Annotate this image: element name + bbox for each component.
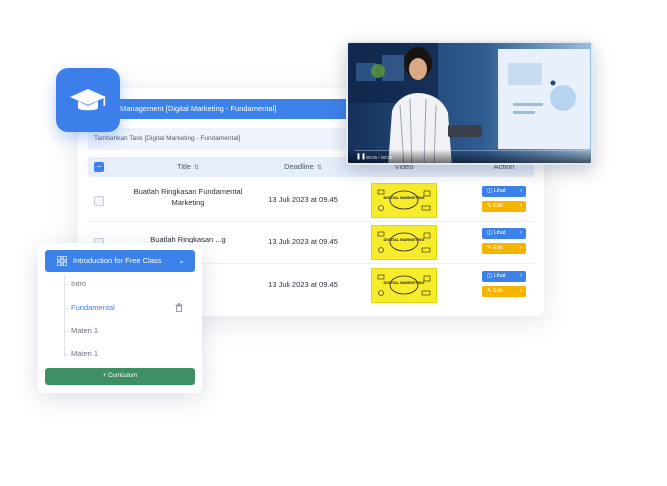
video-thumbnail[interactable]: DIGITAL MARKETING bbox=[371, 183, 437, 218]
curriculum-item-materi-1b[interactable]: Materi 1 bbox=[64, 347, 98, 361]
edit-button[interactable]: ✎ Edit › bbox=[482, 243, 526, 254]
edit-button[interactable]: ✎ Edit › bbox=[482, 286, 526, 297]
chevron-right-icon: › bbox=[520, 273, 522, 279]
task-deadline: 13 Juli 2023 at 09.45 bbox=[268, 280, 338, 289]
video-time: 00:00 / 00:35 bbox=[366, 155, 393, 160]
eye-icon: ◫ bbox=[487, 188, 494, 194]
add-task-title: Tambahkan Task [Digital Marketing - Fund… bbox=[94, 135, 241, 142]
video-controls: ❚❚ 00:00 / 00:35 bbox=[348, 149, 591, 163]
eye-icon: ◫ bbox=[487, 230, 494, 236]
video-thumbnail[interactable]: DIGITAL MARKETING bbox=[371, 268, 437, 303]
video-frame bbox=[348, 43, 591, 163]
add-task-bar: Tambahkan Task [Digital Marketing - Fund… bbox=[88, 128, 364, 150]
edit-button[interactable]: ✎ Edit › bbox=[482, 201, 526, 212]
chevron-right-icon: › bbox=[520, 188, 522, 194]
task-deadline: 13 Juli 2023 at 09.45 bbox=[268, 195, 338, 204]
video-player[interactable]: ❚❚ 00:00 / 00:35 bbox=[346, 41, 593, 165]
curriculum-item-fundamental[interactable]: Fundamental bbox=[64, 301, 115, 315]
curriculum-item-materi-1[interactable]: Materi 1 bbox=[64, 324, 98, 338]
view-button[interactable]: ◫ Lihat › bbox=[482, 228, 526, 239]
management-title: Management [Digital Marketing - Fundamen… bbox=[120, 104, 277, 113]
chevron-right-icon: › bbox=[520, 288, 522, 294]
pause-icon[interactable]: ❚❚ bbox=[356, 153, 366, 160]
view-button[interactable]: ◫ Lihat › bbox=[482, 271, 526, 282]
chevron-right-icon: › bbox=[520, 230, 522, 236]
chevron-right-icon: › bbox=[520, 245, 522, 251]
task-deadline: 13 Juli 2023 at 09.45 bbox=[268, 237, 338, 246]
thumbnail-text: DIGITAL MARKETING bbox=[384, 280, 425, 285]
chevron-right-icon: › bbox=[520, 203, 522, 209]
management-title-bar: Management [Digital Marketing - Fundamen… bbox=[114, 99, 364, 119]
trash-icon[interactable] bbox=[175, 303, 183, 312]
table-row: Buatlah Ringkasan Fundamental Marketing … bbox=[88, 180, 534, 222]
thumbnail-text: DIGITAL MARKETING bbox=[384, 237, 425, 242]
sort-icon: ⇅ bbox=[193, 165, 199, 171]
graduation-cap-icon bbox=[70, 89, 106, 111]
thumbnail-text: DIGITAL MARKETING bbox=[384, 195, 425, 200]
add-curriculum-button[interactable]: + Curriculum bbox=[45, 368, 195, 385]
task-title: Buatlah Ringkasan Fundamental Marketing bbox=[133, 187, 243, 207]
curriculum-section-title: Introduction for Free Class bbox=[73, 256, 162, 265]
eye-icon: ◫ bbox=[487, 273, 494, 279]
view-button[interactable]: ◫ Lihat › bbox=[482, 186, 526, 197]
curriculum-card: Introduction for Free Class ⌄ Intro Fund… bbox=[38, 243, 202, 393]
row-checkbox[interactable] bbox=[94, 196, 104, 206]
sort-icon: ⇅ bbox=[316, 165, 322, 171]
graduation-cap-icon-tile bbox=[56, 68, 120, 132]
curriculum-item-intro[interactable]: Intro bbox=[64, 277, 86, 291]
column-title[interactable]: Title ⇅ bbox=[118, 157, 258, 177]
select-all-checkbox[interactable]: − bbox=[94, 162, 104, 172]
video-thumbnail[interactable]: DIGITAL MARKETING bbox=[371, 225, 437, 260]
grid-icon bbox=[57, 256, 67, 266]
curriculum-section-header[interactable]: Introduction for Free Class ⌄ bbox=[45, 250, 195, 272]
chevron-down-icon: ⌄ bbox=[178, 256, 185, 265]
